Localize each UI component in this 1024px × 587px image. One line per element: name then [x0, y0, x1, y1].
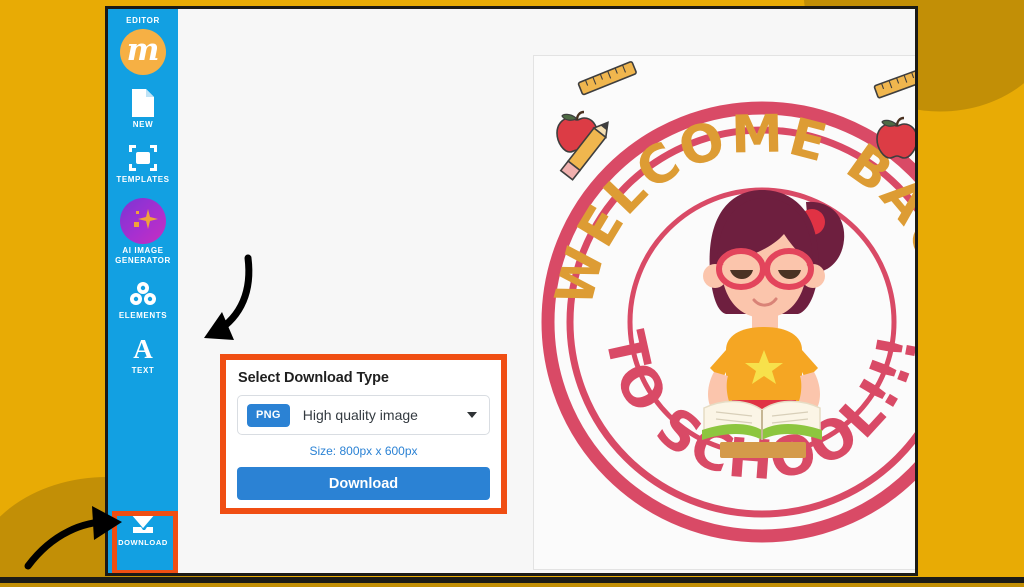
- sidebar-item-label: DOWNLOAD: [118, 538, 168, 547]
- format-select[interactable]: PNG High quality image: [237, 395, 490, 435]
- sidebar-item-elements[interactable]: ELEMENTS: [108, 279, 178, 321]
- format-type-badge: PNG: [247, 403, 290, 427]
- sidebar-item-text[interactable]: A TEXT: [108, 334, 178, 376]
- download-dialog-container[interactable]: Select Download Type PNG High quality im…: [220, 354, 507, 514]
- brand-logo[interactable]: m: [120, 29, 166, 75]
- app-window: WELCOME BACK TO SCHOOL!!!: [105, 6, 918, 576]
- tool-sidebar[interactable]: EDITOR m NEW TEMPLATES AI IMAGE GENERATO…: [108, 9, 178, 573]
- letter-a-glyph: A: [133, 333, 153, 364]
- download-tray-icon: [114, 510, 172, 536]
- props-right: [873, 65, 918, 167]
- format-select-value: High quality image: [302, 407, 418, 423]
- sidebar-item-label: TEXT: [131, 366, 155, 375]
- ruler-icon: [873, 65, 915, 99]
- decorative-bar-bottom-accent: [0, 583, 1024, 587]
- elements-icon: [108, 279, 178, 309]
- download-dialog[interactable]: Select Download Type PNG High quality im…: [226, 360, 501, 508]
- apple-icon: [876, 116, 915, 159]
- sidebar-item-editor[interactable]: EDITOR m: [108, 16, 178, 75]
- editor-caption: EDITOR: [126, 16, 160, 25]
- sidebar-item-label: AI IMAGE: [122, 246, 164, 255]
- text-a-icon: A: [108, 334, 178, 364]
- dialog-title: Select Download Type: [238, 370, 389, 386]
- output-size-note: Size: 800px x 600px: [309, 444, 418, 458]
- sidebar-item-label: NEW: [132, 120, 154, 129]
- sidebar-item-templates[interactable]: TEMPLATES: [108, 143, 178, 185]
- new-file-icon: [108, 88, 178, 118]
- sidebar-item-label-2: GENERATOR: [115, 256, 171, 265]
- design-canvas[interactable]: WELCOME BACK TO SCHOOL!!!: [533, 55, 918, 570]
- ai-sparkle-icon: [120, 198, 166, 244]
- sidebar-item-label: ELEMENTS: [118, 311, 168, 320]
- pencil-icon: [916, 99, 918, 167]
- brand-logo-letter: m: [126, 31, 160, 68]
- sidebar-item-new[interactable]: NEW: [108, 88, 178, 130]
- templates-icon: [108, 143, 178, 173]
- badge-artwork: WELCOME BACK TO SCHOOL!!!: [541, 61, 918, 543]
- sidebar-item-ai-image-generator[interactable]: AI IMAGE GENERATOR: [108, 198, 178, 266]
- download-button[interactable]: Download: [237, 467, 490, 500]
- sidebar-item-label: TEMPLATES: [116, 175, 170, 184]
- ruler-icon: [577, 61, 637, 96]
- sidebar-item-download[interactable]: DOWNLOAD: [114, 504, 172, 553]
- chevron-down-icon[interactable]: [467, 412, 477, 418]
